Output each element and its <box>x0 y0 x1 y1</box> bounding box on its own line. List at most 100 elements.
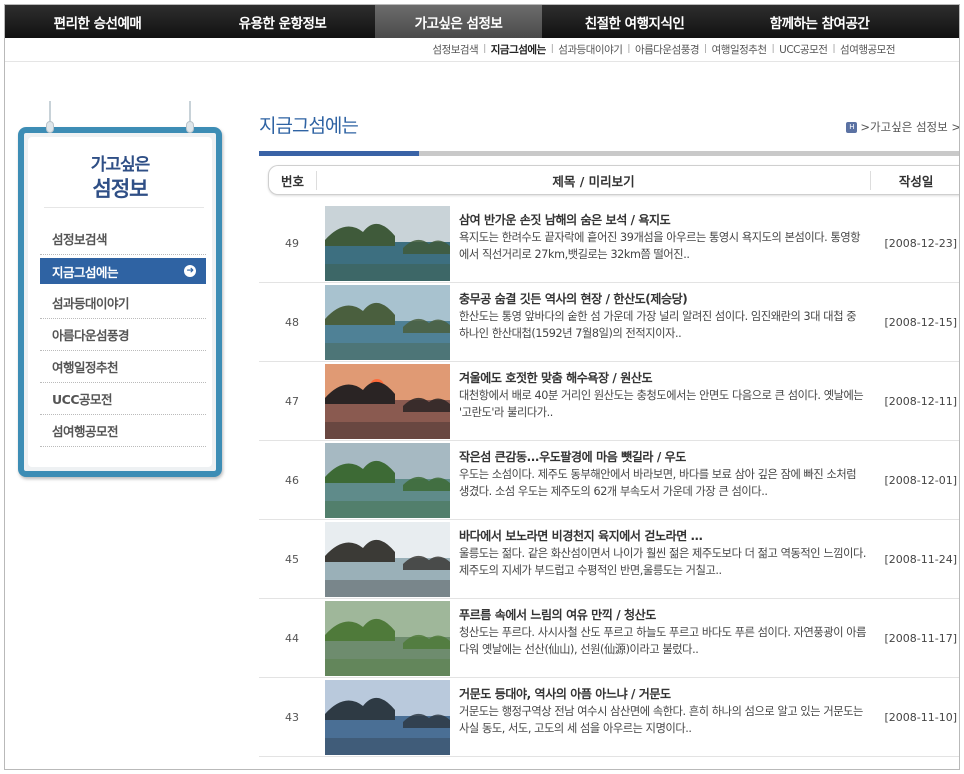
row-number: 46 <box>285 474 299 487</box>
thumbnail-image[interactable] <box>325 285 450 360</box>
subnav-item-lighthouse-stories[interactable]: 섬과등대이야기 <box>558 42 623 57</box>
sidebar-item-ucc-contest[interactable]: UCC공모전 <box>40 383 206 415</box>
subnav-item-island-search[interactable]: 섬정보검색 <box>432 42 478 57</box>
hanger-decoration <box>186 101 194 135</box>
table-row: 45 바다에서 보노라면 비경천지 육지에서 걷노라면 … 울릉도는 젊다. 같… <box>259 520 959 599</box>
subnav-separator: | <box>627 44 630 54</box>
row-description: 울릉도는 젊다. 같은 화산섬이면서 나이가 훨씬 젊은 제주도보다 더 젊고 … <box>459 547 867 577</box>
row-content: 겨울에도 호젓한 맞춤 해수욕장 / 원산도 대천항에서 배로 40분 거리인 … <box>459 370 869 421</box>
row-number: 48 <box>285 316 299 329</box>
breadcrumb-text[interactable]: >가고싶은 섬정보 > <box>860 119 959 135</box>
thumbnail-image[interactable] <box>325 522 450 597</box>
table-row: 48 충무공 숨결 깃든 역사의 현장 / 한산도(제승당) 한산도는 통영 앞… <box>259 283 959 362</box>
sidebar-item-label: 아름다운섬풍경 <box>52 328 130 343</box>
row-content: 거문도 등대야, 역사의 아픔 아느냐 / 거문도 거문도는 행정구역상 전남 … <box>459 686 869 737</box>
nav-item-participation[interactable]: 함께하는 참여공간 <box>727 5 912 38</box>
sidebar-item-now-island[interactable]: 지금그섬에는 ➜ <box>40 258 206 284</box>
thumbnail-image[interactable] <box>325 443 450 518</box>
subnav-item-itinerary[interactable]: 여행일정추천 <box>712 42 767 57</box>
hanger-decoration <box>46 101 54 135</box>
nav-item-island-info[interactable]: 가고싶은 섬정보 <box>375 5 542 38</box>
sidebar-item-label: 섬여행공모전 <box>52 424 119 439</box>
row-content: 충무공 숨결 깃든 역사의 현장 / 한산도(제승당) 한산도는 통영 앞바다의… <box>459 291 869 342</box>
thumbnail-image[interactable] <box>325 206 450 281</box>
sidebar-title: 가고싶은 섬정보 <box>28 154 212 202</box>
table-row: 46 작은섬 큰감동...우도팔경에 마음 뺏길라 / 우도 우도는 소섬이다.… <box>259 441 959 520</box>
row-title-link[interactable]: 바다에서 보노라면 비경천지 육지에서 걷노라면 … <box>459 528 869 545</box>
arrow-right-icon: ➜ <box>184 265 196 277</box>
home-icon[interactable]: H <box>846 121 858 133</box>
row-content: 삼여 반가운 손짓 남해의 숨은 보석 / 욕지도 욕지도는 한려수도 끝자락에… <box>459 212 869 263</box>
sidebar-panel: 가고싶은 섬정보 섬정보검색 지금그섬에는 ➜ 섬과등대이야기 아름다운섬풍경 여… <box>18 101 222 477</box>
row-description: 한산도는 통영 앞바다의 숱한 섬 가운데 가장 널리 알려진 섬이다. 임진왜… <box>459 310 857 340</box>
column-header-num: 번호 <box>269 170 317 190</box>
column-header-date: 작성일 <box>898 173 934 189</box>
sidebar-inner: 가고싶은 섬정보 섬정보검색 지금그섬에는 ➜ 섬과등대이야기 아름다운섬풍경 여… <box>28 137 212 467</box>
row-number: 43 <box>285 711 299 724</box>
row-title-link[interactable]: 충무공 숨결 깃든 역사의 현장 / 한산도(제승당) <box>459 291 869 308</box>
title-underline <box>259 151 959 156</box>
row-date: [2008-12-01] <box>884 474 957 487</box>
subnav-separator: | <box>832 44 836 54</box>
row-content: 푸르름 속에서 느림의 여유 만끽 / 청산도 청산도는 푸르다. 사시사철 산… <box>459 607 869 658</box>
subnav-separator: | <box>483 44 486 54</box>
row-content: 바다에서 보노라면 비경천지 육지에서 걷노라면 … 울릉도는 젊다. 같은 화… <box>459 528 869 579</box>
row-description: 청산도는 푸르다. 사시사철 산도 푸르고 하늘도 푸르고 바다도 푸른 섬이다… <box>459 626 867 656</box>
nav-item-travel-knowledge[interactable]: 친절한 여행지식인 <box>542 5 727 38</box>
table-row: 44 푸르름 속에서 느림의 여유 만끽 / 청산도 청산도는 푸르다. 사시사… <box>259 599 959 678</box>
thumbnail-image[interactable] <box>325 601 450 676</box>
sidebar-title-line2: 섬정보 <box>92 177 149 201</box>
subnav-item-island-scenery[interactable]: 아름다운섬풍경 <box>635 42 700 57</box>
row-date: [2008-11-17] <box>884 632 957 645</box>
thumbnail-image[interactable] <box>325 680 450 755</box>
row-content: 작은섬 큰감동...우도팔경에 마음 뺏길라 / 우도 우도는 소섬이다. 제주… <box>459 449 869 500</box>
row-title-link[interactable]: 겨울에도 호젓한 맞춤 해수욕장 / 원산도 <box>459 370 869 387</box>
page-frame: 편리한 승선예매 유용한 운항정보 가고싶은 섬정보 친절한 여행지식인 함께하… <box>4 4 960 770</box>
sidebar-item-lighthouse-stories[interactable]: 섬과등대이야기 <box>40 287 206 319</box>
row-description: 우도는 소섬이다. 제주도 동부해안에서 바라보면, 바다를 보료 삼아 깊은 … <box>459 468 857 498</box>
top-navigation: 편리한 승선예매 유용한 운항정보 가고싶은 섬정보 친절한 여행지식인 함께하… <box>5 5 959 38</box>
row-date: [2008-12-23] <box>884 237 957 250</box>
row-title-link[interactable]: 작은섬 큰감동...우도팔경에 마음 뺏길라 / 우도 <box>459 449 869 466</box>
sidebar-item-label: 여행일정추천 <box>52 360 119 375</box>
row-date: [2008-12-15] <box>884 316 957 329</box>
sidebar-item-itinerary[interactable]: 여행일정추천 <box>40 351 206 383</box>
sidebar-item-travel-contest[interactable]: 섬여행공모전 <box>40 415 206 447</box>
sidebar-item-island-scenery[interactable]: 아름다운섬풍경 <box>40 319 206 351</box>
row-description: 대천항에서 배로 40분 거리인 원산도는 충청도에서는 안면도 다음으로 큰 … <box>459 389 864 419</box>
table-header: 번호 제목 / 미리보기 작성일 <box>268 165 959 195</box>
thumbnail-image[interactable] <box>325 364 450 439</box>
row-number: 49 <box>285 237 299 250</box>
subnav-item-travel-contest[interactable]: 섬여행공모전 <box>840 42 895 57</box>
row-number: 45 <box>285 553 299 566</box>
subnav-separator: | <box>550 44 554 54</box>
breadcrumb: H >가고싶은 섬정보 > <box>846 119 959 135</box>
subnav-item-ucc-contest[interactable]: UCC공모전 <box>779 42 828 57</box>
row-date: [2008-12-11] <box>884 395 957 408</box>
sidebar-menu: 섬정보검색 지금그섬에는 ➜ 섬과등대이야기 아름다운섬풍경 여행일정추천 UCC… <box>40 223 206 447</box>
row-date: [2008-11-24] <box>884 553 957 566</box>
table-row: 47 겨울에도 호젓한 맞춤 해수욕장 / 원산도 대천항에서 배로 40분 거… <box>259 362 959 441</box>
subnav-divider <box>5 61 959 62</box>
row-number: 44 <box>285 632 299 645</box>
row-title-link[interactable]: 거문도 등대야, 역사의 아픔 아느냐 / 거문도 <box>459 686 869 703</box>
row-title-link[interactable]: 삼여 반가운 손짓 남해의 숨은 보석 / 욕지도 <box>459 212 869 229</box>
table-row: 43 거문도 등대야, 역사의 아픔 아느냐 / 거문도 거문도는 행정구역상 … <box>259 678 959 757</box>
column-header-title: 제목 / 미리보기 <box>317 170 872 190</box>
page-title: 지금그섬에는 <box>259 115 359 137</box>
sidebar-item-label: UCC공모전 <box>52 392 113 407</box>
nav-item-ticketing[interactable]: 편리한 승선예매 <box>5 5 190 38</box>
table-row: 49 삼여 반가운 손짓 남해의 숨은 보석 / 욕지도 욕지도는 한려수도 끝… <box>259 204 959 283</box>
row-description: 거문도는 행정구역상 전남 여수시 삼산면에 속한다. 흔히 하나의 섬으로 알… <box>459 705 863 735</box>
row-title-link[interactable]: 푸르름 속에서 느림의 여유 만끽 / 청산도 <box>459 607 869 624</box>
nav-item-operation-info[interactable]: 유용한 운항정보 <box>190 5 375 38</box>
row-date: [2008-11-10] <box>884 711 957 724</box>
sidebar-item-label: 지금그섬에는 <box>52 264 119 280</box>
subnav-separator: | <box>704 44 707 54</box>
sidebar-title-divider <box>44 207 204 208</box>
row-number: 47 <box>285 395 299 408</box>
sub-navigation: 섬정보검색 | 지금그섬에는 | 섬과등대이야기 | 아름다운섬풍경 | 여행일… <box>432 41 895 57</box>
sidebar-item-label: 섬정보검색 <box>52 232 108 247</box>
sidebar-item-island-search[interactable]: 섬정보검색 <box>40 223 206 255</box>
subnav-item-now-island[interactable]: 지금그섬에는 <box>491 42 546 57</box>
